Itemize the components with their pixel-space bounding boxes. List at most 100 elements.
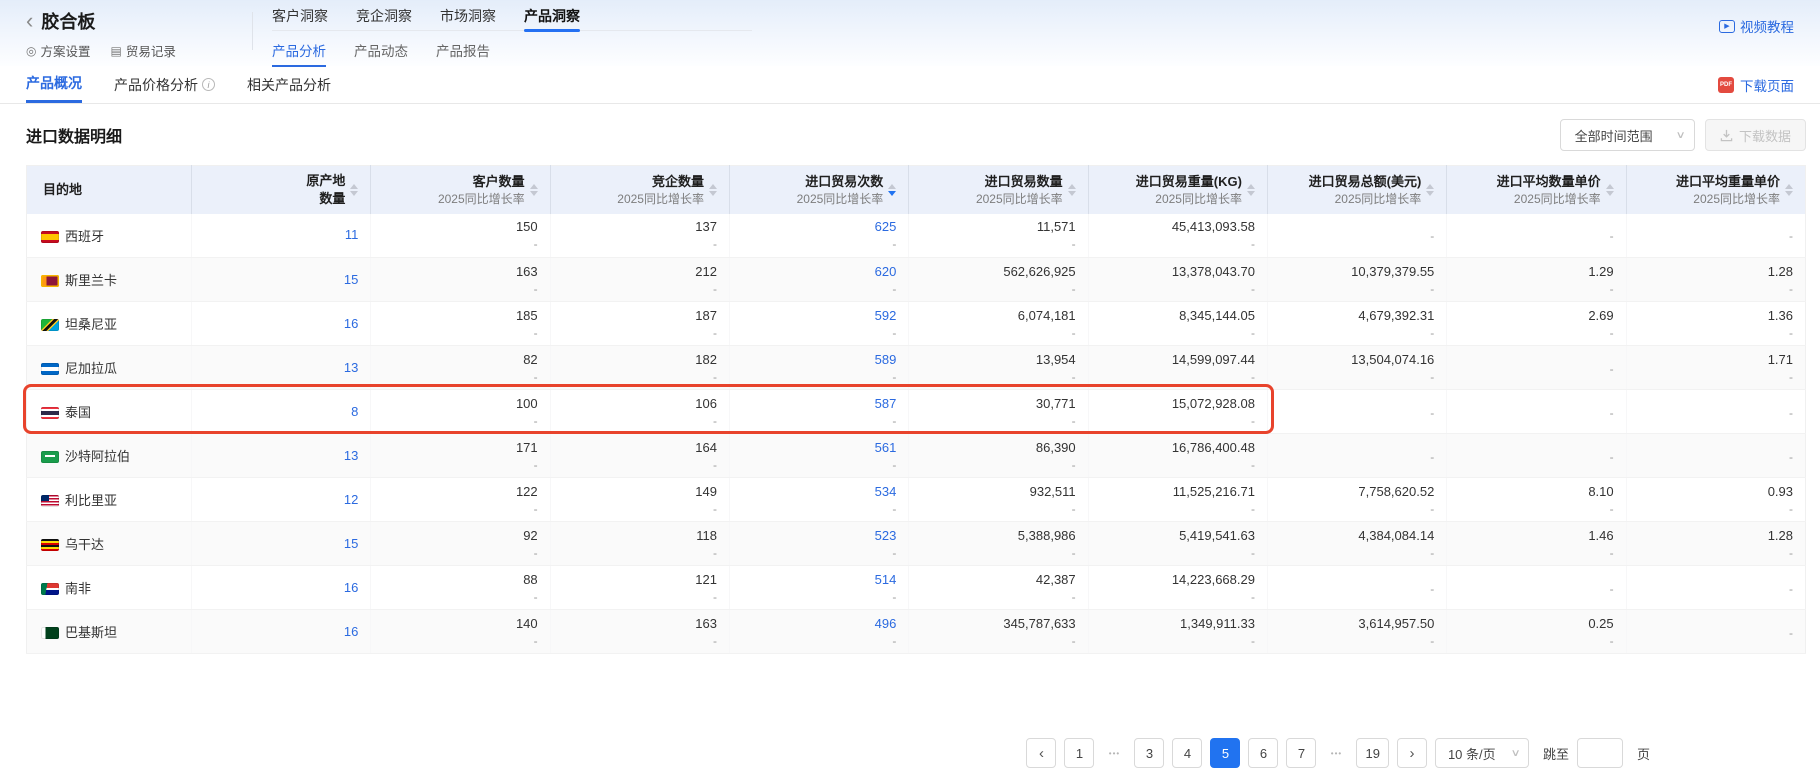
origin-count-link[interactable]: 13 — [344, 448, 358, 463]
main-nav-tab-3[interactable]: 市场洞察 — [440, 4, 496, 31]
page-size-select[interactable]: 10 条/页∨ — [1435, 738, 1529, 768]
sort-asc-icon[interactable] — [530, 184, 538, 189]
sort-desc-icon[interactable] — [1606, 191, 1614, 196]
trade-count-link[interactable]: 620 — [730, 264, 896, 280]
growth-rate-value: - — [551, 414, 717, 428]
sort-asc-icon[interactable] — [1785, 184, 1793, 189]
cell-value: 1.29 — [1447, 264, 1613, 280]
download-data-button[interactable]: 下载数据 — [1705, 119, 1806, 151]
column-header-text: 进口平均数量单价2025同比增长率 — [1497, 173, 1601, 207]
tab-3[interactable]: 相关产品分析 — [247, 66, 331, 103]
origin-count-link[interactable]: 11 — [345, 227, 359, 242]
sub-nav-tab-2[interactable]: 产品动态 — [354, 40, 408, 67]
sort-asc-icon[interactable] — [1426, 184, 1434, 189]
growth-rate-value: - — [1627, 450, 1793, 464]
trade-count-link[interactable]: 587 — [730, 396, 896, 412]
trade-count-link[interactable]: 496 — [730, 616, 896, 632]
origin-count-link[interactable]: 12 — [344, 492, 358, 507]
cell-value: 137 — [551, 219, 717, 235]
column-title: 进口平均数量单价 — [1497, 173, 1601, 191]
growth-rate-value: - — [1268, 502, 1434, 516]
quick-link-2[interactable]: ▤贸易记录 — [111, 41, 176, 60]
growth-rate-value: - — [909, 326, 1075, 340]
page-button-3[interactable]: 3 — [1134, 738, 1164, 768]
page-ellipsis-icon[interactable]: ••• — [1102, 738, 1126, 768]
cell-value: 13,504,074.16 — [1268, 352, 1434, 368]
jump-page-input[interactable] — [1577, 738, 1623, 768]
column-title: 进口贸易总额(美元) — [1309, 173, 1422, 191]
data-cell: 7,758,620.52- — [1267, 478, 1446, 522]
trade-count-link[interactable]: 589 — [730, 352, 896, 368]
cell-value: 16,786,400.48 — [1089, 440, 1255, 456]
sort-asc-icon[interactable] — [709, 184, 717, 189]
table-row: 西班牙11150-137-625-11,571-45,413,093.58---… — [27, 214, 1806, 258]
trade-count-link[interactable]: 534 — [730, 484, 896, 500]
prev-page-button[interactable]: ‹ — [1026, 738, 1056, 768]
sorter[interactable] — [1606, 184, 1614, 196]
sorter[interactable] — [1426, 184, 1434, 196]
quick-link-label: 方案设置 — [40, 41, 90, 60]
sub-nav-tab-1[interactable]: 产品分析 — [272, 40, 326, 67]
sort-asc-icon[interactable] — [1068, 184, 1076, 189]
sort-desc-icon[interactable] — [888, 191, 896, 196]
sort-desc-icon[interactable] — [1426, 191, 1434, 196]
sort-desc-icon[interactable] — [1068, 191, 1076, 196]
video-tutorial-link[interactable]: ▶ 视频教程 — [1719, 16, 1794, 36]
page-button-4[interactable]: 4 — [1172, 738, 1202, 768]
sort-desc-icon[interactable] — [1247, 191, 1255, 196]
trade-count-link[interactable]: 523 — [730, 528, 896, 544]
growth-rate-value: - — [730, 458, 896, 472]
trade-count-link[interactable]: 625 — [730, 219, 896, 235]
download-page-link[interactable]: PDF 下载页面 — [1718, 66, 1794, 103]
page-button-1[interactable]: 1 — [1064, 738, 1094, 768]
quick-link-1[interactable]: ◎方案设置 — [26, 41, 91, 60]
sorter[interactable] — [1068, 184, 1076, 196]
main-nav-tab-2[interactable]: 竞企洞察 — [356, 4, 412, 31]
sort-asc-icon[interactable] — [888, 184, 896, 189]
origin-count-link[interactable]: 13 — [344, 360, 358, 375]
page-button-7[interactable]: 7 — [1286, 738, 1316, 768]
tab-1[interactable]: 产品概况 — [26, 66, 82, 103]
origin-count-link[interactable]: 16 — [344, 624, 358, 639]
page-ellipsis-icon[interactable]: ••• — [1324, 738, 1348, 768]
sorter[interactable] — [709, 184, 717, 196]
main-nav-tab-1[interactable]: 客户洞察 — [272, 4, 328, 31]
trade-count-link[interactable]: 514 — [730, 572, 896, 588]
main-nav-tab-4[interactable]: 产品洞察 — [524, 4, 580, 31]
cell-value: 8,345,144.05 — [1089, 308, 1255, 324]
sort-desc-icon[interactable] — [530, 191, 538, 196]
back-icon[interactable]: ‹ — [26, 11, 33, 31]
tab-2[interactable]: 产品价格分析i — [114, 66, 215, 103]
origin-count-link[interactable]: 15 — [344, 272, 358, 287]
sorter[interactable] — [1247, 184, 1255, 196]
page-button-6[interactable]: 6 — [1248, 738, 1278, 768]
sorter[interactable] — [530, 184, 538, 196]
sort-asc-icon[interactable] — [350, 184, 358, 189]
data-cell: - — [1626, 434, 1805, 478]
destination-label: 尼加拉瓜 — [65, 361, 117, 376]
sorter[interactable] — [350, 184, 358, 196]
page-button-5[interactable]: 5 — [1210, 738, 1240, 768]
next-page-button[interactable]: › — [1397, 738, 1427, 768]
origin-count-link[interactable]: 16 — [344, 580, 358, 595]
origin-count-link[interactable]: 8 — [351, 404, 358, 419]
column-header-text: 进口贸易总额(美元)2025同比增长率 — [1309, 173, 1422, 207]
growth-rate-value: - — [1447, 229, 1613, 243]
sorter[interactable] — [888, 184, 896, 196]
trade-count-link[interactable]: 561 — [730, 440, 896, 456]
sort-desc-icon[interactable] — [1785, 191, 1793, 196]
origin-count-link[interactable]: 15 — [344, 536, 358, 551]
page-button-19[interactable]: 19 — [1356, 738, 1388, 768]
sort-desc-icon[interactable] — [709, 191, 717, 196]
cell-value: 0.93 — [1627, 484, 1793, 500]
sort-desc-icon[interactable] — [350, 191, 358, 196]
growth-rate-value: - — [371, 237, 537, 251]
trade-count-link[interactable]: 592 — [730, 308, 896, 324]
sorter[interactable] — [1785, 184, 1793, 196]
sort-asc-icon[interactable] — [1247, 184, 1255, 189]
time-range-select[interactable]: 全部时间范围 ∨ — [1560, 119, 1695, 151]
origin-count-cell: 16 — [192, 566, 371, 610]
origin-count-link[interactable]: 16 — [344, 316, 358, 331]
sort-asc-icon[interactable] — [1606, 184, 1614, 189]
sub-nav-tab-3[interactable]: 产品报告 — [436, 40, 490, 67]
